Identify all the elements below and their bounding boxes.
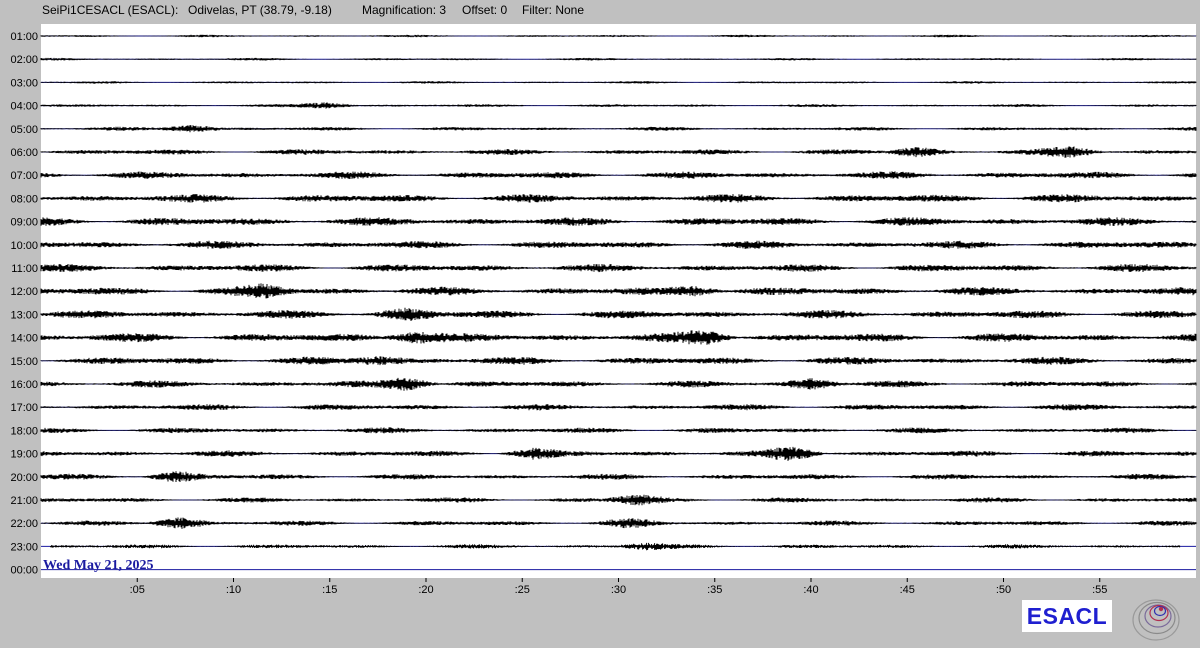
row-label: 09:00: [10, 217, 38, 229]
row-label: 17:00: [10, 402, 38, 414]
row-label: 23:00: [10, 541, 38, 553]
row-label: 08:00: [10, 193, 38, 205]
x-tick-label: :45: [900, 584, 915, 596]
row-label: 18:00: [10, 425, 38, 437]
row-label: 07:00: [10, 170, 38, 182]
row-label: 21:00: [10, 495, 38, 507]
date-label: Wed May 21, 2025: [43, 558, 154, 573]
row-label: 15:00: [10, 356, 38, 368]
row-label: 00:00: [10, 565, 38, 577]
esacl-logo: ESACL: [1022, 600, 1112, 632]
row-label: 22:00: [10, 518, 38, 530]
x-tick-label: :05: [130, 584, 145, 596]
row-label: 16:00: [10, 379, 38, 391]
x-tick-label: :30: [611, 584, 626, 596]
x-tick-label: :50: [996, 584, 1011, 596]
row-label: 03:00: [10, 77, 38, 89]
row-label: 06:00: [10, 147, 38, 159]
x-tick-label: :25: [515, 584, 530, 596]
row-label: 05:00: [10, 124, 38, 136]
x-tick-label: :55: [1092, 584, 1107, 596]
row-label: 11:00: [11, 263, 38, 275]
row-label: 02:00: [10, 54, 38, 66]
row-label: 19:00: [10, 449, 38, 461]
x-tick-label: :20: [418, 584, 433, 596]
x-tick-label: :40: [803, 584, 818, 596]
row-label: 13:00: [10, 309, 38, 321]
row-label: 14:00: [10, 333, 38, 345]
row-label: 12:00: [10, 286, 38, 298]
row-label: 01:00: [10, 31, 38, 43]
row-label: 04:00: [10, 101, 38, 113]
row-label: 20:00: [10, 472, 38, 484]
x-tick-label: :35: [707, 584, 722, 596]
helicorder-chart: 01:00 02:00 03:00 04:00 05:00 06:00 07:00 08:00…: [10, 24, 1197, 596]
plot-area: [41, 24, 1196, 578]
x-tick-label: :15: [322, 584, 337, 596]
spiral-emblem-icon: [1132, 599, 1180, 641]
row-label: 10:00: [10, 240, 38, 252]
x-tick-label: :10: [226, 584, 241, 596]
